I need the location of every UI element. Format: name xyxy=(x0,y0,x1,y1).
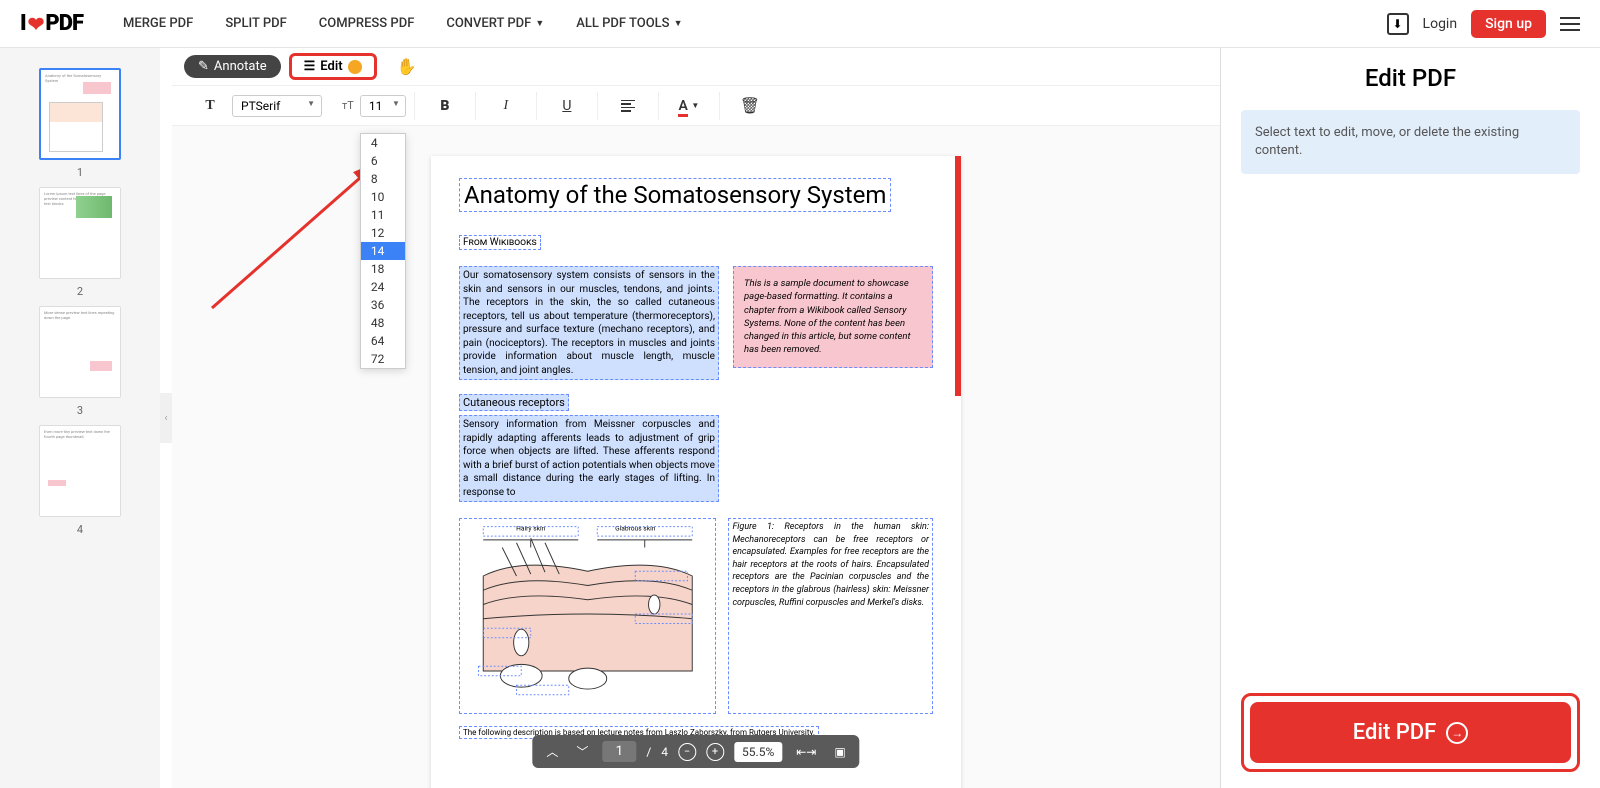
italic-button[interactable]: I xyxy=(484,90,528,122)
main-nav: MERGE PDF SPLIT PDF COMPRESS PDF CONVERT… xyxy=(123,16,1387,31)
size-option[interactable]: 12 xyxy=(361,224,405,242)
logo[interactable]: I ❤ PDF xyxy=(20,11,83,36)
paragraph-intro[interactable]: Our somatosensory system consists of sen… xyxy=(459,266,719,380)
size-option-selected[interactable]: 14 xyxy=(361,242,405,260)
signup-button[interactable]: Sign up xyxy=(1471,10,1546,38)
page-subtitle[interactable]: From Wikibooks xyxy=(459,235,541,250)
page-title[interactable]: Anatomy of the Somatosensory System xyxy=(459,178,891,212)
font-size-select[interactable]: 11 xyxy=(360,95,406,117)
thumb-label-1: 1 xyxy=(77,166,83,179)
callout-box[interactable]: This is a sample document to showcase pa… xyxy=(733,266,933,368)
font-size-label: тT xyxy=(342,99,354,112)
size-option[interactable]: 11 xyxy=(361,206,405,224)
page-viewport[interactable]: Anatomy of the Somatosensory System From… xyxy=(172,126,1220,788)
thumb-label-3: 3 xyxy=(77,404,83,417)
fig-label: Hairy skin xyxy=(516,524,545,532)
star-badge-icon xyxy=(348,60,362,74)
align-button[interactable] xyxy=(606,90,650,122)
page-sep: / xyxy=(646,745,651,759)
zoom-out-button[interactable]: − xyxy=(678,743,696,761)
editor-canvas: ✎ Annotate ☰ Edit ✋ T PTSerif тT 11 4 6 … xyxy=(172,48,1220,788)
mode-toolbar: ✎ Annotate ☰ Edit ✋ xyxy=(172,48,1220,86)
thumb-label-4: 4 xyxy=(77,523,83,536)
thumbnail-2[interactable]: Lorem ipsum text lines of the page previ… xyxy=(39,187,121,279)
align-left-icon xyxy=(621,100,635,112)
menu-icon[interactable] xyxy=(1560,17,1580,31)
login-link[interactable]: Login xyxy=(1423,16,1458,32)
main-area: Anatomy of the Somatosensory System 1 Lo… xyxy=(0,48,1600,788)
font-family-select[interactable]: PTSerif xyxy=(232,95,322,117)
page-total: 4 xyxy=(661,745,668,759)
thumbnail-panel: Anatomy of the Somatosensory System 1 Lo… xyxy=(0,48,160,788)
annotate-button[interactable]: ✎ Annotate xyxy=(184,55,281,78)
scroll-indicator xyxy=(955,156,961,396)
pdf-page[interactable]: Anatomy of the Somatosensory System From… xyxy=(431,156,961,788)
logo-text-right: PDF xyxy=(45,11,83,36)
edit-pdf-button[interactable]: Edit PDF → xyxy=(1250,702,1571,763)
download-icon[interactable]: ⬇ xyxy=(1387,13,1409,35)
nav-compress[interactable]: COMPRESS PDF xyxy=(319,16,415,31)
page-up-button[interactable]: ︿ xyxy=(542,741,562,762)
bold-button[interactable]: B xyxy=(423,90,467,122)
pencil-icon: ✎ xyxy=(198,59,209,74)
chevron-down-icon: ▼ xyxy=(535,18,544,29)
size-option[interactable]: 72 xyxy=(361,350,405,368)
figure-diagram[interactable]: Hairy skin Glabrous skin xyxy=(459,518,716,714)
text-tool-icon[interactable]: T xyxy=(188,90,232,122)
fit-page-icon[interactable]: ▣ xyxy=(830,743,849,761)
text-color-button[interactable]: A ▼ xyxy=(667,90,711,122)
panel-action-wrap: Edit PDF → xyxy=(1241,693,1580,772)
size-option[interactable]: 4 xyxy=(361,134,405,152)
size-option[interactable]: 64 xyxy=(361,332,405,350)
underline-button[interactable]: U xyxy=(545,90,589,122)
thumbnail-3[interactable]: More dense preview text lines repeating … xyxy=(39,306,121,398)
size-option[interactable]: 10 xyxy=(361,188,405,206)
chevron-down-icon: ▼ xyxy=(674,18,683,29)
nav-convert[interactable]: CONVERT PDF▼ xyxy=(446,16,544,31)
zoom-in-button[interactable]: + xyxy=(706,743,724,761)
edit-lines-icon: ☰ xyxy=(304,59,316,74)
thumb-label-2: 2 xyxy=(77,285,83,298)
heart-icon: ❤ xyxy=(28,12,44,36)
page-input[interactable] xyxy=(602,741,636,762)
paragraph-body[interactable]: Sensory information from Meissner corpus… xyxy=(459,415,719,502)
arrow-right-icon: → xyxy=(1446,722,1468,744)
pan-tool-icon[interactable]: ✋ xyxy=(397,57,417,76)
figure-caption[interactable]: Figure 1: Receptors in the human skin: M… xyxy=(728,518,933,714)
fit-width-icon[interactable]: ⇤⇥ xyxy=(792,743,820,761)
size-option[interactable]: 48 xyxy=(361,314,405,332)
zoom-level[interactable]: 55.5% xyxy=(734,742,782,762)
edit-mode-button[interactable]: ☰ Edit xyxy=(289,53,377,80)
logo-text-left: I xyxy=(20,11,26,36)
right-panel: Edit PDF Select text to edit, move, or d… xyxy=(1220,48,1600,788)
panel-hint: Select text to edit, move, or delete the… xyxy=(1241,110,1580,174)
pager-toolbar: ︿ ﹀ / 4 − + 55.5% ⇤⇥ ▣ xyxy=(532,735,859,768)
fig-label: Glabrous skin xyxy=(615,524,656,532)
panel-title: Edit PDF xyxy=(1241,64,1580,92)
thumbnail-1[interactable]: Anatomy of the Somatosensory System xyxy=(39,68,121,160)
delete-button[interactable]: 🗑 xyxy=(728,90,772,122)
thumbnail-4[interactable]: Even more tiny preview text down the fou… xyxy=(39,425,121,517)
nav-split[interactable]: SPLIT PDF xyxy=(225,16,286,31)
collapse-sidebar[interactable]: ‹ xyxy=(160,393,172,443)
size-option[interactable]: 8 xyxy=(361,170,405,188)
size-option[interactable]: 6 xyxy=(361,152,405,170)
nav-merge[interactable]: MERGE PDF xyxy=(123,16,193,31)
font-size-dropdown: 4 6 8 10 11 12 14 18 24 36 48 64 72 xyxy=(360,133,406,369)
nav-all-tools[interactable]: ALL PDF TOOLS▼ xyxy=(576,16,682,31)
size-option[interactable]: 36 xyxy=(361,296,405,314)
page-down-button[interactable]: ﹀ xyxy=(572,741,592,762)
section-heading[interactable]: Cutaneous receptors xyxy=(459,394,569,411)
format-toolbar: T PTSerif тT 11 4 6 8 10 11 12 14 18 24 … xyxy=(172,86,1220,126)
header-right: ⬇ Login Sign up xyxy=(1387,10,1580,38)
size-option[interactable]: 18 xyxy=(361,260,405,278)
main-header: I ❤ PDF MERGE PDF SPLIT PDF COMPRESS PDF… xyxy=(0,0,1600,48)
size-option[interactable]: 24 xyxy=(361,278,405,296)
